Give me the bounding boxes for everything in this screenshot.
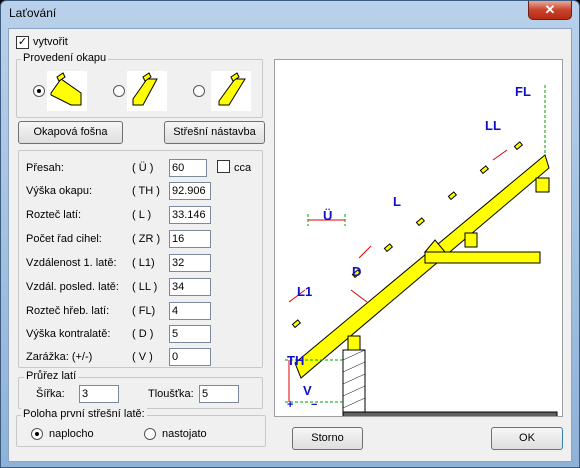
- eave-height-code: ( TH ): [132, 185, 160, 197]
- batten-section-title: Průřez latí: [24, 370, 79, 382]
- flat-label: naplocho: [49, 428, 94, 440]
- purlin: [464, 232, 478, 248]
- dialog-window: Laťování ✕ ✓ vytvořit Provedení okapu Ok…: [0, 0, 580, 468]
- overhang-input[interactable]: 60: [169, 159, 207, 177]
- counter-batten-height-code: ( D ): [132, 328, 154, 340]
- ridge-purlin: [535, 177, 550, 193]
- wall-plate: [347, 335, 361, 351]
- eave-type-3-icon: [211, 71, 251, 111]
- upright-radio[interactable]: [144, 428, 156, 440]
- dim-label-v: V: [303, 383, 312, 398]
- overhang-code: ( Ü ): [132, 162, 154, 174]
- dim-label-th: TH: [287, 353, 304, 368]
- cca-label: cca: [234, 162, 252, 174]
- batten-spacing-label: Rozteč latí:: [26, 209, 82, 221]
- roof-extension-button[interactable]: Střešní nástavba: [164, 121, 265, 144]
- title-bar: Laťování ✕: [1, 1, 579, 27]
- counter-batten-height-label: Výška kontralatě:: [26, 328, 111, 340]
- ridge-batten-spacing-input[interactable]: 4: [169, 302, 211, 320]
- floor-slab: [342, 411, 558, 435]
- wall: [342, 349, 366, 413]
- thickness-label: Tloušťka:: [148, 388, 194, 400]
- create-label: vytvořit: [33, 36, 68, 48]
- dim-label-minus: −: [311, 399, 317, 411]
- cca-checkbox[interactable]: [217, 160, 230, 173]
- dim-label-d: D: [352, 264, 361, 279]
- rafter: [294, 154, 550, 379]
- ridge-batten-spacing-label: Rozteč hřeb. latí:: [26, 305, 110, 317]
- ridge-batten-spacing-code: ( FL): [132, 305, 156, 317]
- upright-label: nastojato: [162, 428, 207, 440]
- batten-spacing-code: ( L ): [132, 209, 152, 221]
- last-batten-distance-code: ( LL ): [132, 281, 158, 293]
- eave-height-input[interactable]: 92.906: [169, 182, 211, 200]
- close-button[interactable]: ✕: [528, 1, 572, 20]
- dim-label-ll: LL: [485, 118, 501, 133]
- first-batten-position-title: Poloha první střešní latě:: [21, 408, 147, 420]
- tile-rows-input[interactable]: 16: [169, 230, 211, 248]
- dim-label-fl: FL: [515, 84, 531, 99]
- eave-option-1-radio[interactable]: [33, 85, 45, 97]
- width-label: Šířka:: [36, 388, 65, 400]
- storno-button[interactable]: Storno: [292, 427, 363, 450]
- eave-board-button[interactable]: Okapová fošna: [18, 121, 123, 144]
- create-checkbox[interactable]: ✓: [16, 36, 29, 49]
- eave-height-label: Výška okapu:: [26, 185, 93, 197]
- counter-batten-height-input[interactable]: 5: [169, 325, 211, 343]
- eave-option-3-radio[interactable]: [193, 85, 205, 97]
- last-batten-distance-input[interactable]: 34: [169, 278, 211, 296]
- last-batten-distance-label: Vzdál. posled. latě:: [26, 281, 119, 293]
- stop-code: ( V ): [132, 351, 153, 363]
- collar-beam: [424, 251, 541, 264]
- first-batten-distance-code: ( L1): [132, 257, 155, 269]
- dim-label-u: Ü: [323, 208, 332, 223]
- batten-spacing-input[interactable]: 33.146: [169, 206, 211, 224]
- thickness-input[interactable]: 5: [199, 385, 239, 403]
- eave-type-1-icon: [47, 71, 87, 111]
- width-input[interactable]: 3: [79, 385, 119, 403]
- eave-group-title: Provedení okapu: [21, 52, 109, 64]
- ok-button[interactable]: OK: [491, 427, 563, 450]
- dim-label-plus: +: [287, 399, 293, 411]
- tile-rows-label: Počet řad cihel:: [26, 233, 102, 245]
- overhang-label: Přesah:: [26, 162, 64, 174]
- first-batten-distance-label: Vzdálenost 1. latě:: [26, 257, 117, 269]
- dialog-client: ✓ vytvořit Provedení okapu Okapová fošna…: [8, 28, 572, 462]
- roof-diagram-canvas: FL LL L Ü D L1 TH V + −: [285, 84, 558, 435]
- first-batten-distance-input[interactable]: 32: [169, 254, 211, 272]
- dim-label-l1: L1: [297, 284, 312, 299]
- battens: [291, 141, 524, 329]
- tile-rows-code: ( ZR ): [132, 233, 161, 245]
- stop-label: Zarážka: (+/-): [26, 351, 93, 363]
- dim-label-l: L: [393, 194, 401, 209]
- window-title: Laťování: [9, 6, 57, 20]
- stop-input[interactable]: 0: [169, 348, 211, 366]
- eave-type-2-icon: [127, 71, 167, 111]
- roof-diagram: FL LL L Ü D L1 TH V + −: [274, 59, 563, 435]
- flat-radio[interactable]: [31, 428, 43, 440]
- eave-option-2-radio[interactable]: [113, 85, 125, 97]
